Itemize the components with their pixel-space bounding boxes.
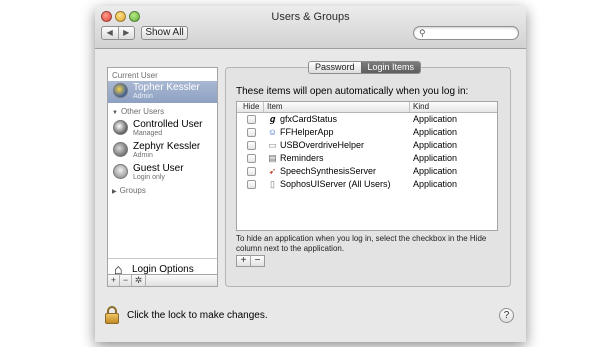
login-items-heading: These items will open automatically when… <box>236 86 469 97</box>
table-row[interactable]: ☺ FFHelperApp Application <box>237 126 497 139</box>
column-header-item[interactable]: Item <box>267 102 283 112</box>
sidebar-buttons: + − ✲ <box>107 274 218 287</box>
remove-login-item-button[interactable]: − <box>250 256 264 266</box>
item-name: FFHelperApp <box>280 127 334 137</box>
hide-checkbox[interactable] <box>247 115 256 124</box>
help-button[interactable]: ? <box>499 308 514 323</box>
item-kind: Application <box>413 179 458 189</box>
table-row[interactable]: ➹ SpeechSynthesisServer Application <box>237 165 497 178</box>
user-role: Managed <box>133 130 163 137</box>
login-items-table: Hide Item Kind 𝒈 gfxCardStatus Applicati… <box>236 101 498 231</box>
user-name: Topher Kessler <box>133 82 200 93</box>
hide-checkbox[interactable] <box>247 154 256 163</box>
hide-checkbox[interactable] <box>247 167 256 176</box>
users-sidebar: Current User Topher Kessler Admin ▼ Other… <box>107 67 218 287</box>
tab-password[interactable]: Password <box>309 62 361 73</box>
remove-user-button[interactable]: − <box>120 275 132 286</box>
avatar <box>113 142 128 157</box>
forward-button[interactable]: ▶ <box>117 27 135 39</box>
item-name: USBOverdriveHelper <box>280 140 365 150</box>
user-name: Guest User <box>133 163 184 174</box>
hide-checkbox[interactable] <box>247 141 256 150</box>
bottom-bar: Click the lock to make changes. ? <box>95 298 526 342</box>
user-name: Zephyr Kessler <box>133 141 201 152</box>
user-role: Admin <box>133 152 153 159</box>
item-kind: Application <box>413 153 458 163</box>
add-login-item-button[interactable]: + <box>237 256 250 266</box>
usb-icon: ▭ <box>268 140 277 150</box>
item-kind: Application <box>413 166 458 176</box>
gfxcardstatus-icon: 𝒈 <box>269 114 276 124</box>
preferences-window: Users & Groups ◀ ▶ Show All ⚲ Current Us… <box>95 6 526 342</box>
finder-face-icon: ☺ <box>267 127 278 137</box>
item-name: SophosUIServer (All Users) <box>280 179 391 189</box>
lock-icon[interactable] <box>105 306 119 324</box>
column-divider <box>263 102 264 112</box>
lock-body <box>105 313 119 324</box>
item-kind: Application <box>413 140 458 150</box>
table-row[interactable]: ▭ USBOverdriveHelper Application <box>237 139 497 152</box>
other-users-header[interactable]: ▼ Other Users <box>112 107 164 116</box>
add-user-button[interactable]: + <box>108 275 120 286</box>
user-item-topher-kessler[interactable]: Topher Kessler Admin <box>113 82 217 102</box>
gear-icon[interactable]: ✲ <box>132 275 146 286</box>
user-role: Login only <box>133 174 165 181</box>
user-name: Controlled User <box>133 119 203 130</box>
reminders-icon: ▤ <box>268 153 277 163</box>
table-row[interactable]: 𝒈 gfxCardStatus Application <box>237 113 497 126</box>
current-user-header: Current User <box>112 71 158 80</box>
item-kind: Application <box>413 114 458 124</box>
table-row[interactable]: ▤ Reminders Application <box>237 152 497 165</box>
disclosure-triangle-icon: ▶ <box>112 189 117 195</box>
column-header-kind[interactable]: Kind <box>413 102 429 112</box>
disclosure-triangle-icon: ▼ <box>112 110 118 116</box>
back-button[interactable]: ◀ <box>102 27 118 39</box>
item-name: Reminders <box>280 153 324 163</box>
groups-header[interactable]: ▶ Groups <box>112 186 146 195</box>
login-items-buttons: + − <box>236 255 265 267</box>
user-item-controlled-user[interactable]: Controlled User Managed <box>113 119 217 139</box>
user-item-guest-user[interactable]: Guest User Login only <box>113 163 217 183</box>
search-field[interactable]: ⚲ <box>413 26 519 40</box>
sidebar-divider <box>108 258 217 259</box>
document-icon: ▯ <box>270 179 275 189</box>
hide-checkbox[interactable] <box>247 128 256 137</box>
lock-message: Click the lock to make changes. <box>127 310 268 321</box>
avatar <box>113 120 128 135</box>
avatar <box>113 164 128 179</box>
avatar <box>113 83 128 98</box>
speech-icon: ➹ <box>268 166 277 176</box>
table-body: 𝒈 gfxCardStatus Application ☺ FFHelperAp… <box>237 113 497 191</box>
show-all-button[interactable]: Show All <box>141 26 188 40</box>
user-role: Admin <box>133 93 153 100</box>
hide-checkbox[interactable] <box>247 180 256 189</box>
tab-login-items[interactable]: Login Items <box>360 62 421 73</box>
user-item-zephyr-kessler[interactable]: Zephyr Kessler Admin <box>113 141 217 161</box>
column-header-hide[interactable]: Hide <box>243 102 259 112</box>
window-title: Users & Groups <box>271 11 350 23</box>
search-icon: ⚲ <box>419 28 426 38</box>
back-forward-group: ◀ ▶ <box>101 26 135 40</box>
column-divider <box>409 102 410 112</box>
title-bar: Users & Groups ◀ ▶ Show All ⚲ <box>95 6 526 49</box>
item-name: SpeechSynthesisServer <box>280 166 377 176</box>
item-kind: Application <box>413 127 458 137</box>
table-header: Hide Item Kind <box>237 102 497 113</box>
tab-bar: Password Login Items <box>308 61 422 74</box>
table-row[interactable]: ▯ SophosUIServer (All Users) Application <box>237 178 497 191</box>
hide-instructions: To hide an application when you log in, … <box>236 234 487 253</box>
item-name: gfxCardStatus <box>280 114 338 124</box>
